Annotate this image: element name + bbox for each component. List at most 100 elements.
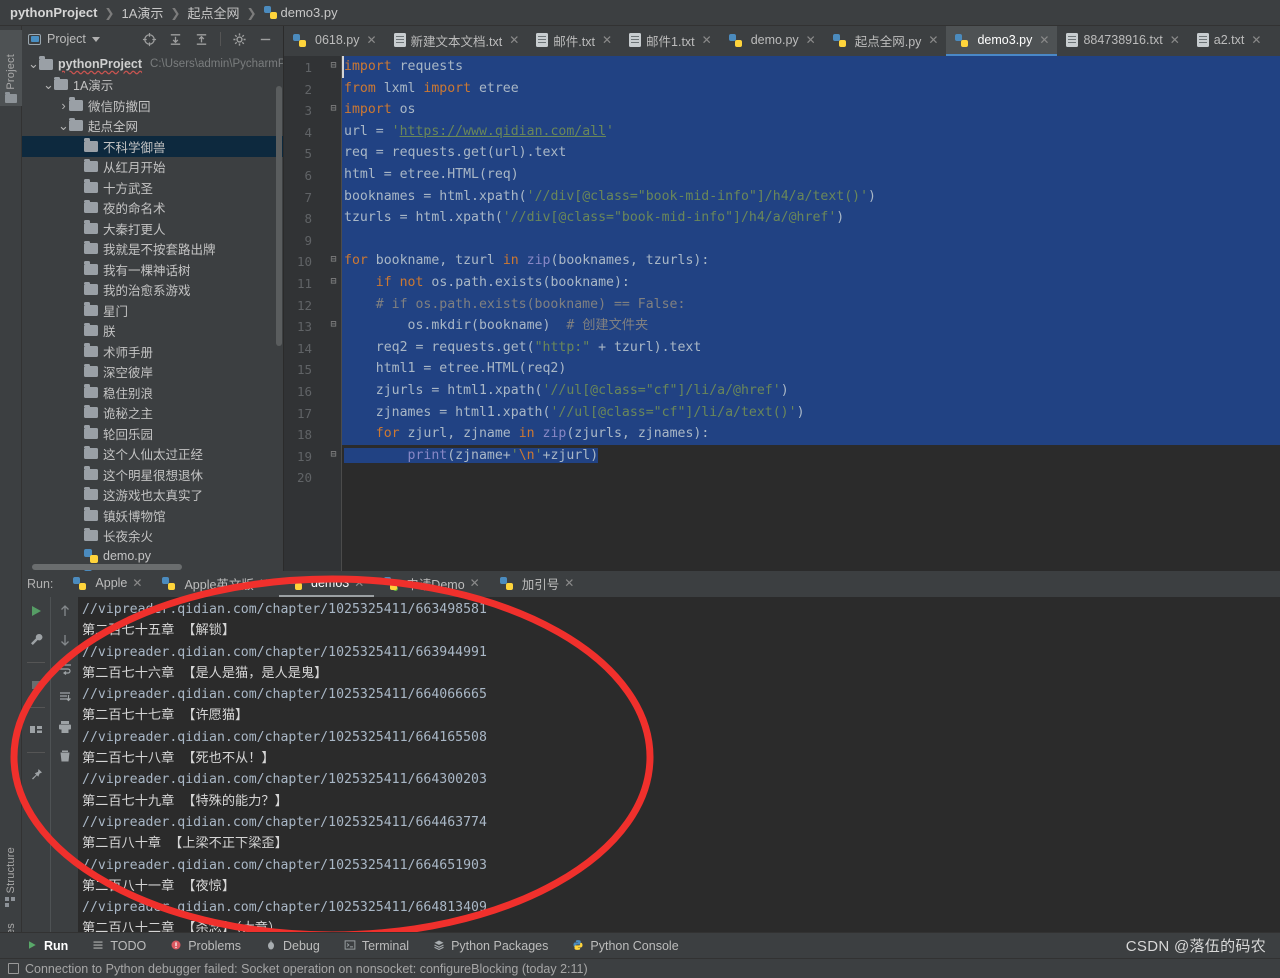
editor-tab-1txt[interactable]: 邮件1.txt✕ [620, 26, 720, 56]
code-editor[interactable]: 1⊟23⊟45678910⊟11⊟1213⊟141516171819⊟20 im… [284, 56, 1280, 571]
gear-icon[interactable] [232, 32, 247, 47]
editor-tab-py[interactable]: 起点全网.py✕ [824, 26, 947, 56]
fold-open-icon[interactable]: ⊟ [328, 254, 339, 265]
tree-item-1[interactable]: ⌄1A演示 [22, 75, 283, 96]
tree-item-10[interactable]: 我有一棵神话树 [22, 259, 283, 280]
wrench-icon[interactable] [28, 632, 44, 648]
close-icon[interactable]: ✕ [470, 576, 480, 590]
project-tree[interactable]: ⌄pythonProjectC:\Users\admin\PycharmProj… [22, 52, 283, 571]
code-line[interactable]: # if os.path.exists(bookname) == False: [342, 294, 1280, 316]
code-line[interactable] [342, 229, 1280, 251]
code-line[interactable]: html = etree.HTML(req) [342, 164, 1280, 186]
pin-icon[interactable] [28, 767, 44, 783]
close-icon[interactable]: ✕ [132, 576, 142, 590]
run-icon[interactable] [28, 603, 44, 619]
breadcrumb-item-qidian[interactable]: 起点全网 [187, 3, 239, 22]
close-icon[interactable]: ✕ [1170, 33, 1180, 47]
status-bar-item-python-console[interactable]: Python Console [568, 939, 682, 953]
code-line[interactable]: import requests [342, 56, 1280, 78]
close-icon[interactable]: ✕ [928, 33, 938, 47]
tree-item-3[interactable]: ⌄起点全网 [22, 116, 283, 137]
fold-open-icon[interactable]: ⊟ [328, 60, 339, 71]
tree-item-11[interactable]: 我的治愈系游戏 [22, 280, 283, 301]
tree-item-2[interactable]: ›微信防撤回 [22, 95, 283, 116]
code-line[interactable]: booknames = html.xpath('//div[@class="bo… [342, 186, 1280, 208]
close-icon[interactable]: ✕ [259, 576, 269, 590]
tree-item-4[interactable]: 不科学御兽 [22, 136, 283, 157]
breadcrumb-item-1a[interactable]: 1A演示 [121, 3, 163, 22]
print-icon[interactable] [57, 719, 73, 735]
editor-tab-demopy[interactable]: demo.py✕ [720, 26, 824, 56]
sidebar-tab-structure[interactable]: Structure [0, 838, 22, 910]
chevron-down-icon[interactable]: ⌄ [28, 61, 39, 67]
editor-tab-demo3py[interactable]: demo3.py✕ [946, 26, 1057, 56]
tree-item-9[interactable]: 我就是不按套路出牌 [22, 239, 283, 260]
status-bar-item-problems[interactable]: Problems [166, 939, 245, 953]
run-tab-1[interactable]: Apple英文版✕ [152, 571, 279, 597]
close-icon[interactable]: ✕ [602, 33, 612, 47]
chevron-down-icon[interactable]: ⌄ [43, 82, 54, 88]
tree-item-23[interactable]: 长夜余火 [22, 526, 283, 547]
tree-item-5[interactable]: 从红月开始 [22, 157, 283, 178]
tree-item-13[interactable]: 朕 [22, 321, 283, 342]
close-icon[interactable]: ✕ [1251, 33, 1261, 47]
close-icon[interactable]: ✕ [806, 33, 816, 47]
run-tab-bar[interactable]: Run: Apple✕Apple英文版✕demo3✕申请Demo✕加引号✕ [22, 571, 1280, 597]
code-line[interactable]: print(zjname+'\n'+zjurl) [342, 445, 1280, 467]
tree-item-14[interactable]: 术师手册 [22, 341, 283, 362]
hide-panel-icon[interactable] [258, 32, 273, 47]
fold-close-icon[interactable]: ⊟ [328, 319, 339, 330]
status-bar-item-terminal[interactable]: Terminal [340, 939, 413, 953]
down-arrow-icon[interactable] [57, 632, 73, 648]
soft-wrap-icon[interactable] [57, 661, 73, 677]
code-line[interactable]: url = 'https://www.qidian.com/all' [342, 121, 1280, 143]
locate-icon[interactable] [142, 32, 157, 47]
editor-tab-txt[interactable]: 新建文本文档.txt✕ [385, 26, 528, 56]
fold-open-icon[interactable]: ⊟ [328, 276, 339, 287]
tree-vertical-scrollbar[interactable] [276, 86, 282, 346]
tree-item-0[interactable]: ⌄pythonProjectC:\Users\admin\PycharmProj… [22, 54, 283, 75]
close-icon[interactable]: ✕ [564, 576, 574, 590]
code-line[interactable] [342, 466, 1280, 488]
tree-item-18[interactable]: 轮回乐园 [22, 423, 283, 444]
breadcrumb-item-file[interactable]: demo3.py [264, 5, 338, 20]
layout-icon[interactable] [28, 722, 44, 738]
status-bar-item-debug[interactable]: Debug [261, 939, 324, 953]
editor-code-area[interactable]: import requestsfrom lxml import etreeimp… [342, 56, 1280, 571]
project-panel-title-button[interactable]: Project [28, 32, 100, 46]
tree-item-12[interactable]: 星门 [22, 300, 283, 321]
run-tab-3[interactable]: 申请Demo✕ [374, 571, 489, 597]
editor-gutter[interactable]: 1⊟23⊟45678910⊟11⊟1213⊟141516171819⊟20 [284, 56, 342, 571]
tree-item-7[interactable]: 夜的命名术 [22, 198, 283, 219]
breadcrumb-item-project[interactable]: pythonProject [10, 5, 97, 20]
sidebar-tab-project[interactable]: Project [0, 30, 22, 106]
tree-item-22[interactable]: 镇妖博物馆 [22, 505, 283, 526]
collapse-all-icon[interactable] [194, 32, 209, 47]
scroll-to-end-icon[interactable] [57, 690, 73, 706]
code-line[interactable]: from lxml import etree [342, 78, 1280, 100]
code-line[interactable]: req2 = requests.get("http:" + tzurl).tex… [342, 337, 1280, 359]
close-icon[interactable]: ✕ [702, 33, 712, 47]
tree-item-20[interactable]: 这个明星很想退休 [22, 464, 283, 485]
code-line[interactable]: import os [342, 99, 1280, 121]
status-bar-item-todo[interactable]: TODO [88, 939, 150, 953]
run-console-output[interactable]: //vipreader.qidian.com/chapter/102532541… [78, 597, 1280, 942]
tree-item-21[interactable]: 这游戏也太真实了 [22, 485, 283, 506]
code-line[interactable]: if not os.path.exists(bookname): [342, 272, 1280, 294]
chevron-right-icon[interactable]: › [58, 98, 69, 113]
editor-tab-txt[interactable]: 邮件.txt✕ [527, 26, 620, 56]
code-line[interactable]: zjurls = html1.xpath('//ul[@class="cf"]/… [342, 380, 1280, 402]
editor-tab-884738916txt[interactable]: 884738916.txt✕ [1057, 26, 1187, 56]
run-tab-2[interactable]: demo3✕ [279, 571, 374, 597]
tree-item-19[interactable]: 这个人仙太过正经 [22, 444, 283, 465]
fold-close-icon[interactable]: ⊟ [328, 449, 339, 460]
editor-tab-bar[interactable]: 0618.py✕新建文本文档.txt✕邮件.txt✕邮件1.txt✕demo.p… [284, 26, 1280, 56]
code-line[interactable]: os.mkdir(bookname) # 创建文件夹 [342, 315, 1280, 337]
close-icon[interactable]: ✕ [354, 576, 364, 590]
stop-icon[interactable] [28, 677, 44, 693]
code-line[interactable]: for zjurl, zjname in zip(zjurls, zjnames… [342, 423, 1280, 445]
up-arrow-icon[interactable] [57, 603, 73, 619]
tree-item-8[interactable]: 大秦打更人 [22, 218, 283, 239]
code-line[interactable]: tzurls = html.xpath('//div[@class="book-… [342, 207, 1280, 229]
code-line[interactable]: html1 = etree.HTML(req2) [342, 358, 1280, 380]
